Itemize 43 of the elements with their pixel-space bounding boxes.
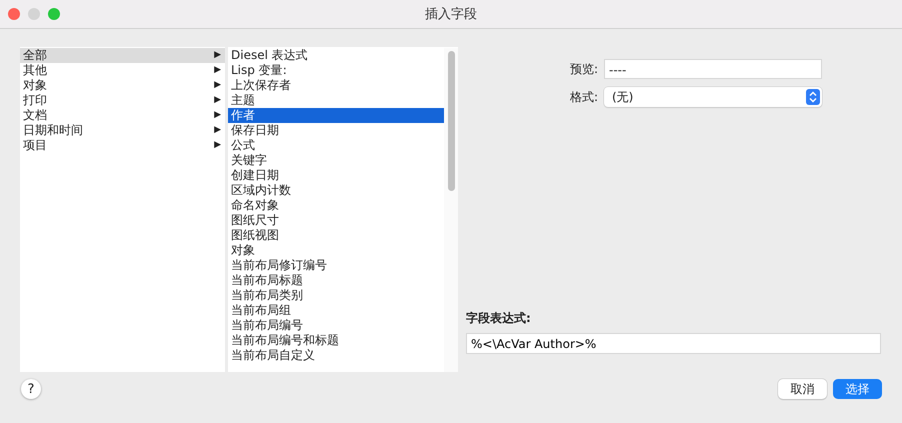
format-label: 格式:	[570, 88, 598, 106]
field-item[interactable]: 当前布局修订编号	[228, 258, 444, 273]
field-item[interactable]: 当前布局类别	[228, 288, 444, 303]
window-title: 插入字段	[425, 6, 477, 23]
field-item[interactable]: 公式	[228, 138, 444, 153]
expression-label: 字段表达式:	[466, 310, 532, 327]
field-item[interactable]: 当前布局组	[228, 303, 444, 318]
field-item[interactable]: 对象	[228, 243, 444, 258]
select-button[interactable]: 选择	[833, 379, 882, 399]
field-item[interactable]: 图纸视图	[228, 228, 444, 243]
preview-field: ----	[604, 59, 822, 79]
category-item[interactable]: 项目 ▶	[20, 138, 225, 153]
category-item[interactable]: 全部 ▶	[20, 48, 225, 63]
category-item[interactable]: 文档 ▶	[20, 108, 225, 123]
field-item[interactable]: 当前布局标题	[228, 273, 444, 288]
field-item[interactable]: 作者	[228, 108, 444, 123]
field-item[interactable]: 当前布局编号	[228, 318, 444, 333]
minimize-button[interactable]	[28, 8, 40, 20]
field-item[interactable]: 当前布局自定义	[228, 348, 444, 363]
field-item[interactable]: 当前布局编号和标题	[228, 333, 444, 348]
field-item[interactable]: 创建日期	[228, 168, 444, 183]
category-item[interactable]: 对象 ▶	[20, 78, 225, 93]
cancel-button[interactable]: 取消	[778, 379, 827, 399]
field-item[interactable]: 图纸尺寸	[228, 213, 444, 228]
field-item[interactable]: Lisp 变量:	[228, 63, 444, 78]
category-item[interactable]: 其他 ▶	[20, 63, 225, 78]
close-button[interactable]	[8, 8, 20, 20]
category-item[interactable]: 打印 ▶	[20, 93, 225, 108]
field-item[interactable]: 关键字	[228, 153, 444, 168]
field-item[interactable]: 区域内计数	[228, 183, 444, 198]
field-item[interactable]: 主题	[228, 93, 444, 108]
expression-field[interactable]: %<\AcVar Author>%	[466, 333, 881, 354]
preview-label: 预览:	[570, 60, 598, 78]
help-button[interactable]: ?	[21, 379, 41, 399]
field-item[interactable]: 命名对象	[228, 198, 444, 213]
field-item[interactable]: 上次保存者	[228, 78, 444, 93]
field-item[interactable]: Diesel 表达式	[228, 48, 444, 63]
stepper-icon	[806, 89, 820, 105]
zoom-button[interactable]	[48, 8, 60, 20]
format-dropdown[interactable]: (无)	[604, 87, 822, 107]
category-item[interactable]: 日期和时间 ▶	[20, 123, 225, 138]
scrollbar-thumb[interactable]	[448, 51, 454, 191]
field-item[interactable]: 保存日期	[228, 123, 444, 138]
